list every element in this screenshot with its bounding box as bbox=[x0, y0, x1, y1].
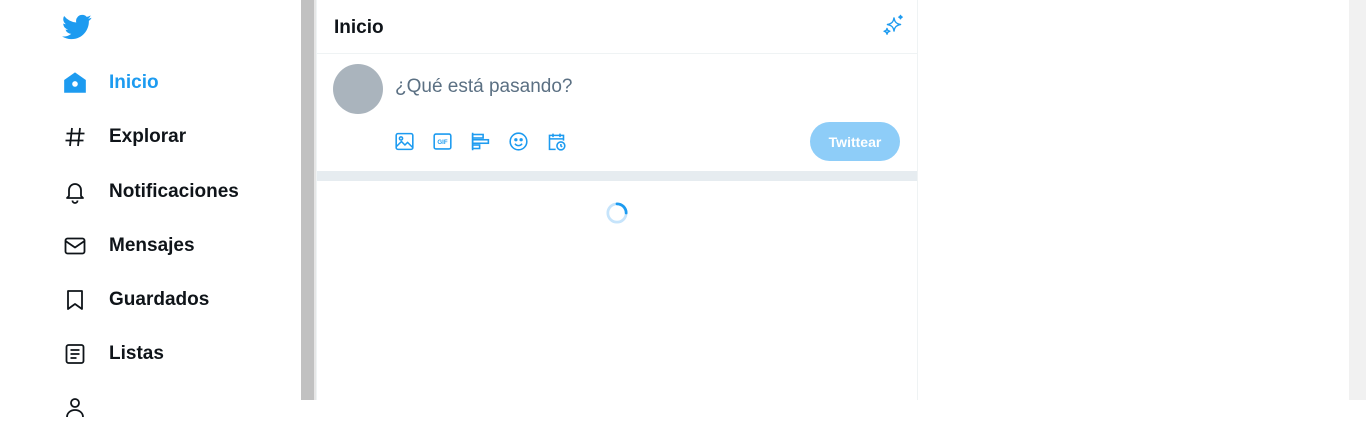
emoji-icon[interactable] bbox=[507, 130, 530, 153]
nav-item-label: Inicio bbox=[109, 72, 159, 93]
poll-icon[interactable] bbox=[469, 130, 492, 153]
page-title: Inicio bbox=[334, 17, 384, 38]
gif-icon[interactable]: GIF bbox=[431, 130, 454, 153]
nav-item-inicio[interactable]: Inicio bbox=[62, 66, 159, 100]
nav-item-explorar[interactable]: Explorar bbox=[62, 120, 186, 154]
list-icon bbox=[62, 341, 88, 367]
tweet-composer: GIF Twittear bbox=[317, 54, 917, 171]
nav-item-notificaciones[interactable]: Notificaciones bbox=[62, 175, 239, 209]
profile-icon bbox=[62, 395, 88, 421]
loading-spinner-icon bbox=[606, 202, 628, 224]
nav-item-listas[interactable]: Listas bbox=[62, 337, 164, 371]
compose-input[interactable] bbox=[395, 76, 875, 98]
sidebar-scrollbar[interactable] bbox=[301, 0, 316, 400]
hashtag-icon bbox=[62, 124, 88, 150]
nav-item-label: Explorar bbox=[109, 126, 187, 147]
tweet-button[interactable]: Twittear bbox=[810, 122, 900, 161]
sparkle-icon[interactable] bbox=[881, 14, 905, 38]
section-divider bbox=[317, 171, 917, 181]
timeline-header: Inicio bbox=[317, 0, 917, 54]
svg-text:GIF: GIF bbox=[437, 139, 447, 146]
avatar[interactable] bbox=[333, 64, 383, 114]
mail-icon bbox=[62, 233, 88, 259]
bookmark-icon bbox=[62, 287, 88, 313]
nav-item-label: Mensajes bbox=[109, 235, 195, 256]
schedule-icon[interactable] bbox=[545, 130, 568, 153]
sidebar-nav: Inicio Explorar Notificaciones Mensajes … bbox=[0, 0, 300, 418]
nav-item-label: Listas bbox=[109, 343, 164, 364]
bell-icon bbox=[62, 179, 88, 205]
nav-item-mensajes[interactable]: Mensajes bbox=[62, 229, 195, 263]
twitter-logo-icon[interactable] bbox=[62, 12, 92, 42]
page-scrollbar[interactable] bbox=[1349, 0, 1366, 400]
nav-item-label: Notificaciones bbox=[109, 181, 239, 202]
home-icon bbox=[62, 70, 88, 96]
composer-toolbar: GIF bbox=[393, 130, 583, 153]
nav-item-label: Guardados bbox=[109, 289, 210, 310]
nav-item-perfil-partial[interactable] bbox=[62, 391, 88, 425]
image-icon[interactable] bbox=[393, 130, 416, 153]
main-column: Inicio GIF Twittear bbox=[316, 0, 918, 400]
nav-item-guardados[interactable]: Guardados bbox=[62, 283, 209, 317]
